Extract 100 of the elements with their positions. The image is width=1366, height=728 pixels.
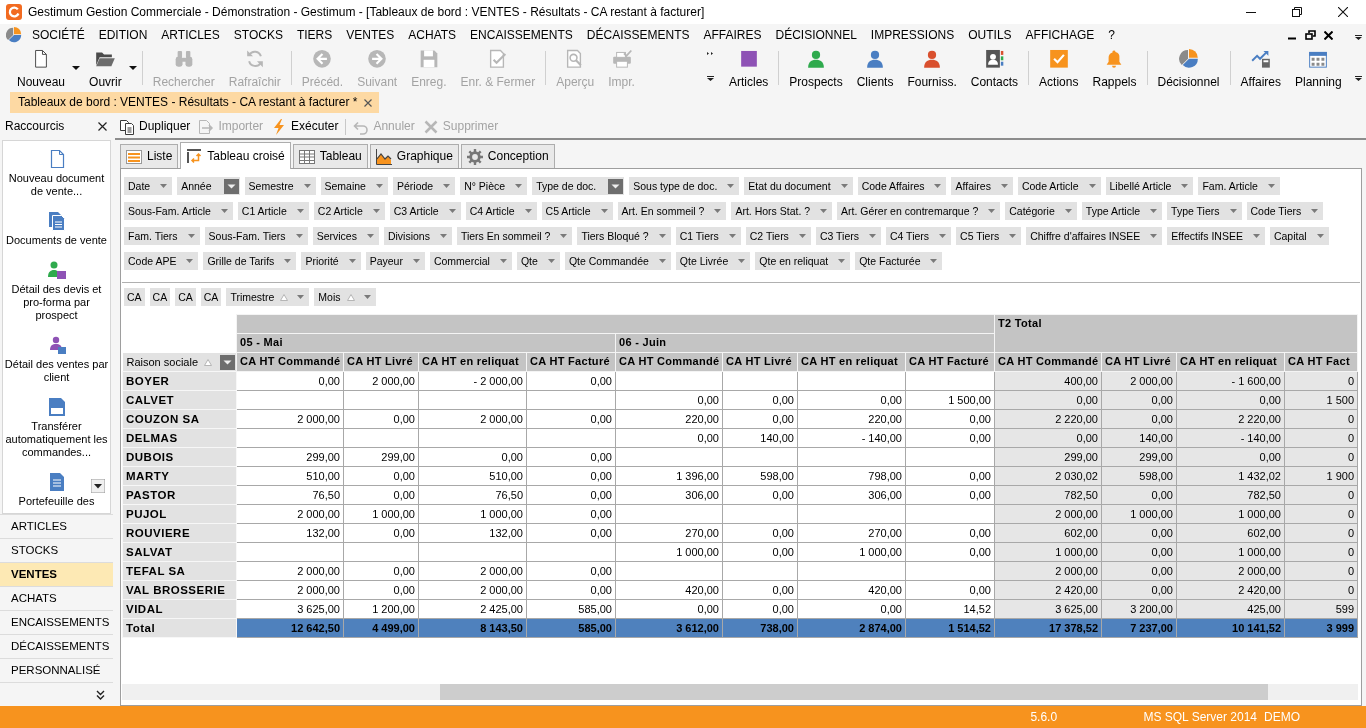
dropdown-arrow-icon[interactable] [363,295,371,299]
field-chip[interactable]: C4 Tiers [885,227,952,245]
dropdown-arrow-icon[interactable] [658,259,666,263]
menu-item[interactable]: DÉCAISSEMENTS [579,27,697,43]
dropdown-arrow-icon[interactable] [296,209,304,213]
reminders-button[interactable]: Rappels [1085,46,1144,89]
filter-button-icon[interactable] [608,178,624,194]
dropdown-arrow-icon[interactable] [939,234,947,238]
field-chip[interactable]: C2 Article [313,202,385,220]
field-chip[interactable]: Sous-Fam. Tiers [204,227,308,245]
view-tab[interactable]: Liste [120,144,179,168]
menu-item[interactable]: IMPRESSIONS [863,27,962,43]
close-icon[interactable] [1324,30,1333,40]
suppliers-button[interactable]: Fourniss. [900,46,964,89]
dropdown-arrow-icon[interactable] [820,209,828,213]
field-chip[interactable]: Grille de Tarifs [203,252,297,270]
dropdown-arrow-icon[interactable] [798,234,806,238]
prospects-button[interactable]: Prospects [782,46,850,89]
dropdown-arrow-icon[interactable] [160,184,168,188]
dropdown-arrow-icon[interactable] [714,209,722,213]
dropdown-arrow-icon[interactable] [1311,209,1319,213]
menu-item[interactable]: ? [1101,27,1122,43]
dropdown-arrow-icon[interactable] [1267,184,1275,188]
scroll-down-icon[interactable] [91,479,105,493]
dropdown-arrow-icon[interactable] [1229,209,1237,213]
open-button[interactable]: Ouvrir [82,46,129,89]
field-chip[interactable]: Tiers En sommeil ? [456,227,573,245]
dropdown-arrow-icon[interactable] [658,234,666,238]
dropdown-arrow-icon[interactable] [600,209,608,213]
dropdown-arrow-icon[interactable] [372,209,380,213]
business-button[interactable]: Affaires [1233,46,1288,89]
shortcut-item[interactable]: Portefeuille des [3,472,110,508]
field-chip[interactable]: C5 Article [541,202,613,220]
field-chip[interactable]: Qte Commandée [564,252,671,270]
field-chip[interactable]: Qte Facturée [855,252,943,270]
shortcut-item[interactable]: Documents de vente [3,211,110,247]
duplicate-button[interactable]: Dupliquer [115,118,195,135]
dropdown-arrow-icon[interactable] [284,259,292,263]
field-chip[interactable]: Raison sociale [122,353,237,371]
dropdown-arrow-icon[interactable] [1000,184,1008,188]
field-chip[interactable]: Catégorie [1005,202,1077,220]
field-chip[interactable]: Tiers Bloqué ? [577,227,671,245]
caret-icon[interactable] [128,66,137,70]
field-chip[interactable]: Code Tiers [1246,202,1324,220]
field-chip[interactable]: C3 Article [389,202,461,220]
field-chip[interactable]: Qte Livrée [675,252,751,270]
field-chip[interactable]: Trimestre [226,288,310,306]
field-chip[interactable]: Année [177,177,240,195]
document-tab[interactable]: Tableaux de bord : VENTES - Résultats - CA restant à facturer * [10,92,379,113]
menu-item[interactable]: STOCKS [226,27,290,43]
field-chip[interactable]: Art. Gérer en contremarque ? [837,202,1001,220]
field-chip[interactable]: Code Article [1017,177,1101,195]
toolbar-overflow-icon[interactable] [1355,76,1362,81]
dropdown-arrow-icon[interactable] [220,209,228,213]
double-chevron-down-icon[interactable] [96,689,105,700]
field-chip[interactable]: Art. En sommeil ? [617,202,727,220]
dropdown-arrow-icon[interactable] [840,184,848,188]
dropdown-arrow-icon[interactable] [1150,209,1158,213]
field-chip[interactable]: CA [124,288,145,306]
decision-button[interactable]: Décisionnel [1150,46,1227,89]
dropdown-arrow-icon[interactable] [297,295,305,299]
dropdown-arrow-icon[interactable] [1181,184,1189,188]
toolbar-overflow-icon[interactable] [1355,35,1362,40]
view-tab[interactable]: Graphique [369,144,459,168]
dropdown-arrow-icon[interactable] [728,234,736,238]
scrollbar-thumb[interactable] [440,684,1268,700]
field-chip[interactable]: C3 Tiers [815,227,881,245]
field-chip[interactable]: Type Article [1081,202,1163,220]
field-chip[interactable]: Mois [314,288,376,306]
dropdown-arrow-icon[interactable] [1088,184,1096,188]
dropdown-arrow-icon[interactable] [1316,234,1324,238]
dropdown-arrow-icon[interactable] [515,184,523,188]
clients-button[interactable]: Clients [849,46,901,89]
close-icon[interactable] [98,122,107,131]
dropdown-arrow-icon[interactable] [838,259,846,263]
field-chip[interactable]: Payeur [365,252,425,270]
field-chip[interactable]: N° Pièce [460,177,528,195]
dropdown-arrow-icon[interactable] [524,209,532,213]
dropdown-arrow-icon[interactable] [930,259,938,263]
field-chip[interactable]: Type de doc. [532,177,625,195]
field-chip[interactable]: C1 Tiers [675,227,741,245]
menu-item[interactable]: OUTILS [961,27,1019,43]
dropdown-arrow-icon[interactable] [303,184,311,188]
menu-item[interactable]: ENCAISSEMENTS [463,27,580,43]
execute-button[interactable]: Exécuter [267,118,343,135]
field-chip[interactable]: Période [392,177,456,195]
filter-button-icon[interactable] [223,178,239,194]
restore-icon[interactable] [1305,30,1316,40]
view-tab[interactable]: Tableau croisé [180,142,291,169]
dropdown-arrow-icon[interactable] [727,184,735,188]
menu-item[interactable]: AFFAIRES [696,27,769,43]
dropdown-arrow-icon[interactable] [439,234,447,238]
field-chip[interactable]: C5 Tiers [956,227,1022,245]
field-chip[interactable]: Sous type de doc. [629,177,740,195]
sidebar-section[interactable]: VENTES [0,562,113,586]
field-chip[interactable]: C1 Article [237,202,309,220]
dropdown-arrow-icon[interactable] [186,259,194,263]
articles-button[interactable]: Articles [722,46,776,89]
field-chip[interactable]: Date [124,177,173,195]
column-header[interactable]: T2 Total [994,314,1358,353]
